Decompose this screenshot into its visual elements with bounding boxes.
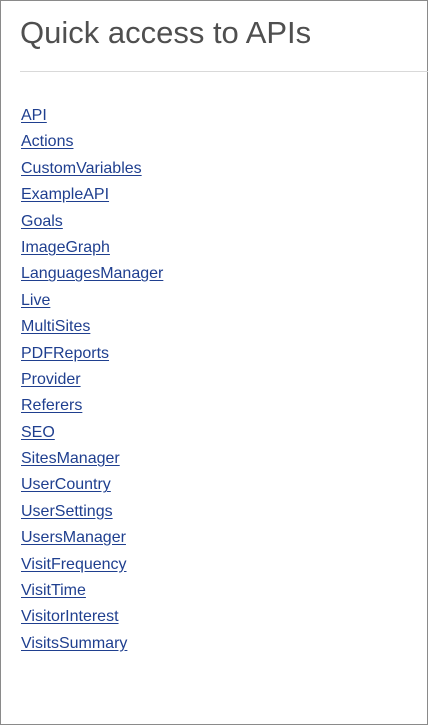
api-link-customvariables[interactable]: CustomVariables: [21, 160, 142, 177]
api-link-api[interactable]: API: [21, 107, 47, 124]
list-item: Goals: [21, 209, 163, 235]
api-link-visitorinterest[interactable]: VisitorInterest: [21, 608, 119, 625]
api-link-exampleapi[interactable]: ExampleAPI: [21, 186, 109, 203]
api-link-usersettings[interactable]: UserSettings: [21, 503, 113, 520]
api-link-multisites[interactable]: MultiSites: [21, 318, 90, 335]
list-item: ImageGraph: [21, 235, 163, 261]
api-link-referers[interactable]: Referers: [21, 397, 82, 414]
api-link-visitssummary[interactable]: VisitsSummary: [21, 635, 127, 652]
api-link-languagesmanager[interactable]: LanguagesManager: [21, 265, 163, 282]
list-item: Actions: [21, 129, 163, 155]
api-panel: Quick access to APIs API Actions CustomV…: [0, 0, 428, 725]
api-link-visitfrequency[interactable]: VisitFrequency: [21, 556, 127, 573]
list-item: CustomVariables: [21, 156, 163, 182]
api-link-usercountry[interactable]: UserCountry: [21, 476, 111, 493]
api-link-sitesmanager[interactable]: SitesManager: [21, 450, 120, 467]
list-item: UserSettings: [21, 499, 163, 525]
api-link-goals[interactable]: Goals: [21, 213, 63, 230]
list-item: PDFReports: [21, 341, 163, 367]
api-link-imagegraph[interactable]: ImageGraph: [21, 239, 110, 256]
list-item: Referers: [21, 393, 163, 419]
list-item: VisitorInterest: [21, 604, 163, 630]
list-item: SEO: [21, 420, 163, 446]
list-item: UserCountry: [21, 472, 163, 498]
list-item: VisitFrequency: [21, 552, 163, 578]
api-link-provider[interactable]: Provider: [21, 371, 81, 388]
heading-divider: [20, 71, 428, 72]
list-item: Provider: [21, 367, 163, 393]
api-link-seo[interactable]: SEO: [21, 424, 55, 441]
list-item: SitesManager: [21, 446, 163, 472]
api-link-live[interactable]: Live: [21, 292, 50, 309]
list-item: LanguagesManager: [21, 261, 163, 287]
list-item: VisitsSummary: [21, 631, 163, 657]
api-link-visittime[interactable]: VisitTime: [21, 582, 86, 599]
list-item: VisitTime: [21, 578, 163, 604]
api-link-pdfreports[interactable]: PDFReports: [21, 345, 109, 362]
list-item: UsersManager: [21, 525, 163, 551]
api-link-list: API Actions CustomVariables ExampleAPI G…: [21, 103, 163, 657]
list-item: MultiSites: [21, 314, 163, 340]
list-item: Live: [21, 288, 163, 314]
panel-heading: Quick access to APIs: [20, 15, 312, 50]
list-item: API: [21, 103, 163, 129]
list-item: ExampleAPI: [21, 182, 163, 208]
api-link-usersmanager[interactable]: UsersManager: [21, 529, 126, 546]
api-link-actions[interactable]: Actions: [21, 133, 73, 150]
